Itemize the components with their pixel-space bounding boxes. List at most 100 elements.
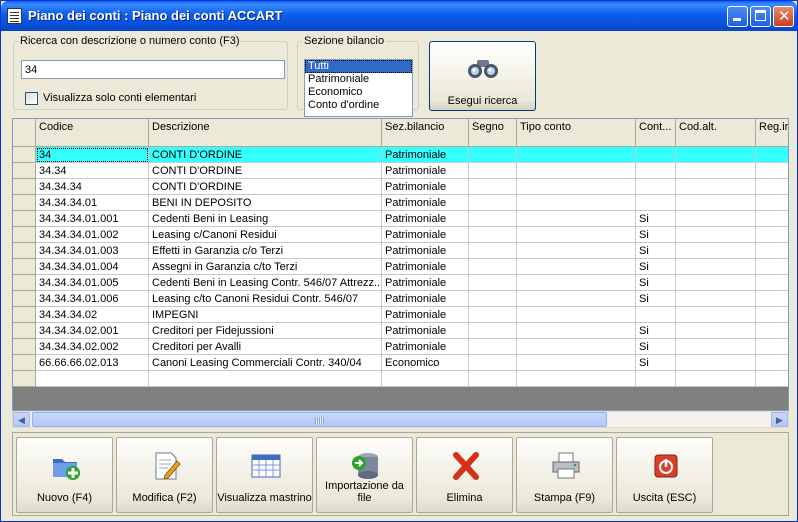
table-cell[interactable]: Patrimoniale — [382, 339, 469, 355]
table-cell[interactable] — [636, 179, 676, 195]
table-cell[interactable] — [469, 163, 517, 179]
table-cell[interactable]: Creditori per Avalli — [149, 339, 382, 355]
column-header-codice[interactable]: Codice — [36, 119, 149, 147]
table-cell[interactable]: Cedenti Beni in Leasing — [149, 211, 382, 227]
table-cell[interactable]: Canoni Leasing Commerciali Contr. 340/04 — [149, 355, 382, 371]
column-header-segno[interactable]: Segno — [469, 119, 517, 147]
sezione-option[interactable]: Economico — [305, 86, 412, 99]
table-cell[interactable] — [676, 243, 756, 259]
table-cell[interactable]: Si — [636, 227, 676, 243]
table-cell[interactable] — [469, 291, 517, 307]
table-cell[interactable] — [636, 147, 676, 163]
column-header-descrizione[interactable]: Descrizione — [149, 119, 382, 147]
table-row[interactable]: 34.34.34.01.001 Cedenti Beni in Leasing Pa… — [13, 211, 788, 227]
table-cell[interactable] — [517, 259, 636, 275]
table-cell[interactable] — [756, 195, 788, 211]
row-header[interactable] — [13, 275, 36, 291]
table-cell[interactable] — [676, 227, 756, 243]
table-cell[interactable] — [36, 371, 149, 387]
table-cell[interactable] — [636, 163, 676, 179]
table-row[interactable]: 66.66.66.02.013 Canoni Leasing Commercial… — [13, 355, 788, 371]
table-cell[interactable] — [517, 291, 636, 307]
table-cell[interactable] — [517, 243, 636, 259]
table-cell[interactable]: IMPEGNI — [149, 307, 382, 323]
row-header[interactable] — [13, 339, 36, 355]
table-cell[interactable] — [756, 211, 788, 227]
table-cell[interactable] — [756, 243, 788, 259]
table-cell[interactable] — [676, 291, 756, 307]
row-header[interactable] — [13, 195, 36, 211]
row-header[interactable] — [13, 355, 36, 371]
table-cell[interactable] — [382, 371, 469, 387]
table-cell[interactable] — [756, 339, 788, 355]
table-cell[interactable]: Si — [636, 243, 676, 259]
search-button[interactable]: Esegui ricerca — [429, 41, 536, 111]
table-cell[interactable] — [756, 227, 788, 243]
table-cell[interactable] — [676, 211, 756, 227]
table-cell[interactable] — [469, 259, 517, 275]
table-cell[interactable]: 34.34.34 — [36, 179, 149, 195]
row-header[interactable] — [13, 323, 36, 339]
table-cell[interactable]: 34.34 — [36, 163, 149, 179]
table-cell[interactable] — [756, 307, 788, 323]
table-cell[interactable]: Patrimoniale — [382, 307, 469, 323]
row-header[interactable] — [13, 371, 36, 387]
table-cell[interactable] — [756, 355, 788, 371]
table-cell[interactable]: Leasing c/to Canoni Residui Contr. 546/0… — [149, 291, 382, 307]
table-cell[interactable]: 34.34.34.01.004 — [36, 259, 149, 275]
table-cell[interactable]: Si — [636, 291, 676, 307]
table-cell[interactable] — [469, 211, 517, 227]
table-row[interactable]: 34.34.34.01.006 Leasing c/to Canoni Resid… — [13, 291, 788, 307]
table-cell[interactable]: 34.34.34.01.002 — [36, 227, 149, 243]
table-cell[interactable] — [676, 259, 756, 275]
table-cell[interactable]: Si — [636, 211, 676, 227]
table-cell[interactable]: CONTI D'ORDINE — [149, 179, 382, 195]
table-cell[interactable]: Leasing c/Canoni Residui — [149, 227, 382, 243]
table-cell[interactable]: Si — [636, 355, 676, 371]
sezione-option[interactable]: Conto d'ordine — [305, 99, 412, 112]
table-cell[interactable]: Patrimoniale — [382, 211, 469, 227]
table-cell[interactable]: 34.34.34.01 — [36, 195, 149, 211]
table-cell[interactable] — [517, 195, 636, 211]
table-cell[interactable]: Patrimoniale — [382, 323, 469, 339]
table-cell[interactable]: Patrimoniale — [382, 227, 469, 243]
table-cell[interactable] — [469, 227, 517, 243]
table-cell[interactable] — [517, 179, 636, 195]
table-cell[interactable] — [517, 355, 636, 371]
row-header[interactable] — [13, 227, 36, 243]
table-cell[interactable]: Si — [636, 275, 676, 291]
table-cell[interactable]: Effetti in Garanzia c/o Terzi — [149, 243, 382, 259]
sezione-option[interactable]: Tutti — [305, 60, 412, 73]
table-cell[interactable]: 34 — [36, 147, 149, 163]
table-cell[interactable] — [756, 163, 788, 179]
table-cell[interactable]: Patrimoniale — [382, 243, 469, 259]
table-cell[interactable] — [756, 259, 788, 275]
table-cell[interactable] — [469, 179, 517, 195]
table-cell[interactable] — [676, 371, 756, 387]
close-button[interactable]: ✕ — [773, 6, 794, 27]
table-cell[interactable] — [469, 275, 517, 291]
table-cell[interactable] — [517, 227, 636, 243]
table-cell[interactable] — [517, 339, 636, 355]
table-row[interactable]: 34.34.34.02.002 Creditori per Avalli Patri… — [13, 339, 788, 355]
table-cell[interactable] — [469, 243, 517, 259]
maximize-button[interactable] — [750, 6, 771, 27]
table-cell[interactable] — [676, 355, 756, 371]
table-cell[interactable] — [636, 195, 676, 211]
table-row[interactable]: 34.34.34.01.004 Assegni in Garanzia c/to … — [13, 259, 788, 275]
table-cell[interactable] — [756, 323, 788, 339]
column-header-cod-alt[interactable]: Cod.alt. — [676, 119, 756, 147]
table-cell[interactable] — [676, 147, 756, 163]
table-cell[interactable] — [517, 275, 636, 291]
table-cell[interactable] — [676, 275, 756, 291]
title-bar[interactable]: Piano dei conti : Piano dei conti ACCART… — [1, 1, 797, 31]
search-input[interactable] — [21, 60, 285, 79]
table-cell[interactable]: 34.34.34.02 — [36, 307, 149, 323]
column-header-sez-bilancio[interactable]: Sez.bilancio — [382, 119, 469, 147]
table-cell[interactable]: Economico — [382, 355, 469, 371]
table-row[interactable]: 34.34.34.01.002 Leasing c/Canoni Residui P… — [13, 227, 788, 243]
elimina-button[interactable]: Elimina — [416, 437, 513, 513]
row-header[interactable] — [13, 243, 36, 259]
table-cell[interactable] — [756, 291, 788, 307]
nuovo-button[interactable]: Nuovo (F4) — [16, 437, 113, 513]
